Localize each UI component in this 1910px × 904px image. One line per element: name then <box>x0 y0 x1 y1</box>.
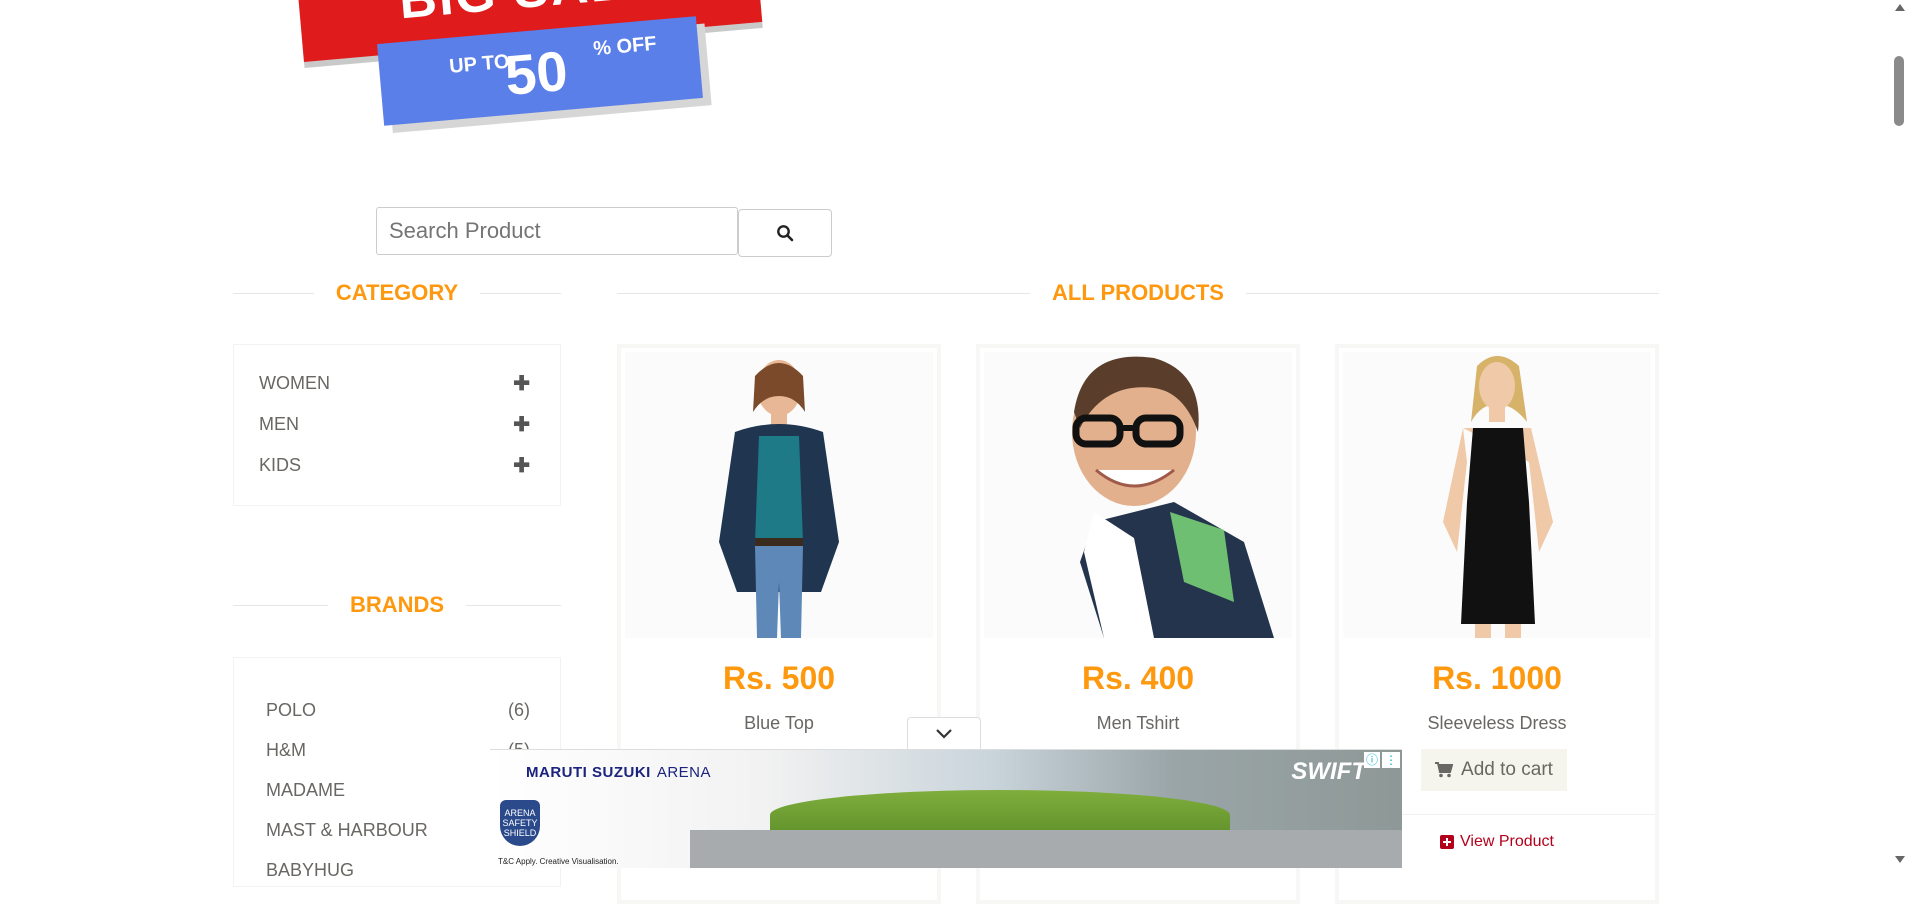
category-item-men[interactable]: MEN ✚ <box>259 409 530 439</box>
ad-brand-sub: ARENA <box>656 764 712 781</box>
chevron-down-icon <box>936 729 952 739</box>
sale-up-to: UP TO <box>448 50 511 78</box>
divider <box>1245 292 1659 294</box>
scroll-down-icon[interactable] <box>1895 856 1905 863</box>
divider <box>233 604 328 606</box>
all-products-title: ALL PRODUCTS <box>1052 280 1224 305</box>
divider <box>233 292 314 294</box>
brand-label: MAST & HARBOUR <box>266 819 428 840</box>
divider <box>617 292 1031 294</box>
product-name: Sleeveless Dress <box>1427 713 1567 733</box>
category-panel: WOMEN ✚ MEN ✚ KIDS ✚ <box>233 344 561 506</box>
brand-label: POLO <box>266 699 317 720</box>
shopping-cart-icon <box>1435 762 1454 778</box>
ad-disclaimer: T&C Apply. Creative Visualisation. <box>498 857 619 866</box>
ad-model: SWIFT <box>1291 758 1366 785</box>
plus-icon[interactable]: ✚ <box>513 453 530 478</box>
page-scrollbar[interactable] <box>1890 0 1910 867</box>
plus-square-icon <box>1440 835 1454 849</box>
product-image <box>1343 352 1651 638</box>
ad-graphic <box>690 830 1402 868</box>
brands-heading: BRANDS <box>233 590 561 620</box>
scrollbar-thumb[interactable] <box>1894 56 1904 126</box>
product-name: Men Tshirt <box>1096 713 1180 733</box>
plus-icon[interactable]: ✚ <box>513 371 530 396</box>
ad-shield-logo: ARENA SAFETY SHIELD <box>500 800 540 846</box>
add-to-cart-label: Add to cart <box>1461 759 1553 780</box>
product-image <box>625 352 933 638</box>
search-input[interactable] <box>376 207 738 255</box>
brand-label: MADAME <box>266 779 346 800</box>
brand-count: (6) <box>508 699 530 720</box>
category-title: CATEGORY <box>335 280 459 305</box>
more-options-icon[interactable]: ⋮ <box>1382 752 1400 768</box>
advertisement-banner[interactable]: MARUTI SUZUKI ARENA SWIFT ARENA SAFETY SH… <box>490 749 1402 868</box>
product-price: Rs. 500 <box>722 660 836 696</box>
add-to-cart-button[interactable]: Add to cart <box>1421 749 1567 791</box>
brand-item-polo[interactable]: POLO (6) <box>266 695 530 725</box>
category-heading: CATEGORY <box>233 278 562 308</box>
search-button[interactable] <box>738 209 832 257</box>
ad-brand: MARUTI SUZUKI ARENA <box>526 764 711 781</box>
product-price: Rs. 1000 <box>1432 660 1562 696</box>
divider <box>480 292 562 294</box>
product-image <box>984 352 1292 638</box>
category-item-women[interactable]: WOMEN ✚ <box>259 368 530 398</box>
all-products-heading: ALL PRODUCTS <box>617 278 1659 308</box>
ad-brand-name: MARUTI SUZUKI <box>526 764 651 781</box>
info-icon[interactable]: ⓘ <box>1364 752 1380 768</box>
scroll-up-icon[interactable] <box>1895 4 1905 11</box>
view-product-label: View Product <box>1460 833 1554 850</box>
category-item-label: MEN <box>259 413 299 434</box>
category-item-label: WOMEN <box>259 372 330 393</box>
sale-percent: 50 <box>502 38 571 107</box>
category-item-label: KIDS <box>259 454 302 475</box>
ad-collapse-button[interactable] <box>907 717 981 750</box>
sale-off: % OFF <box>592 32 658 61</box>
divider <box>466 604 561 606</box>
product-name: Blue Top <box>744 713 814 733</box>
product-price: Rs. 400 <box>1081 660 1195 696</box>
brand-label: BABYHUG <box>266 859 355 880</box>
search-icon <box>777 225 794 242</box>
brands-title: BRANDS <box>349 592 445 617</box>
sale-banner: BIG SALE UP TO 50 % OFF <box>296 0 800 130</box>
category-item-kids[interactable]: KIDS ✚ <box>259 450 530 480</box>
brand-label: H&M <box>266 739 306 760</box>
plus-icon[interactable]: ✚ <box>513 412 530 437</box>
